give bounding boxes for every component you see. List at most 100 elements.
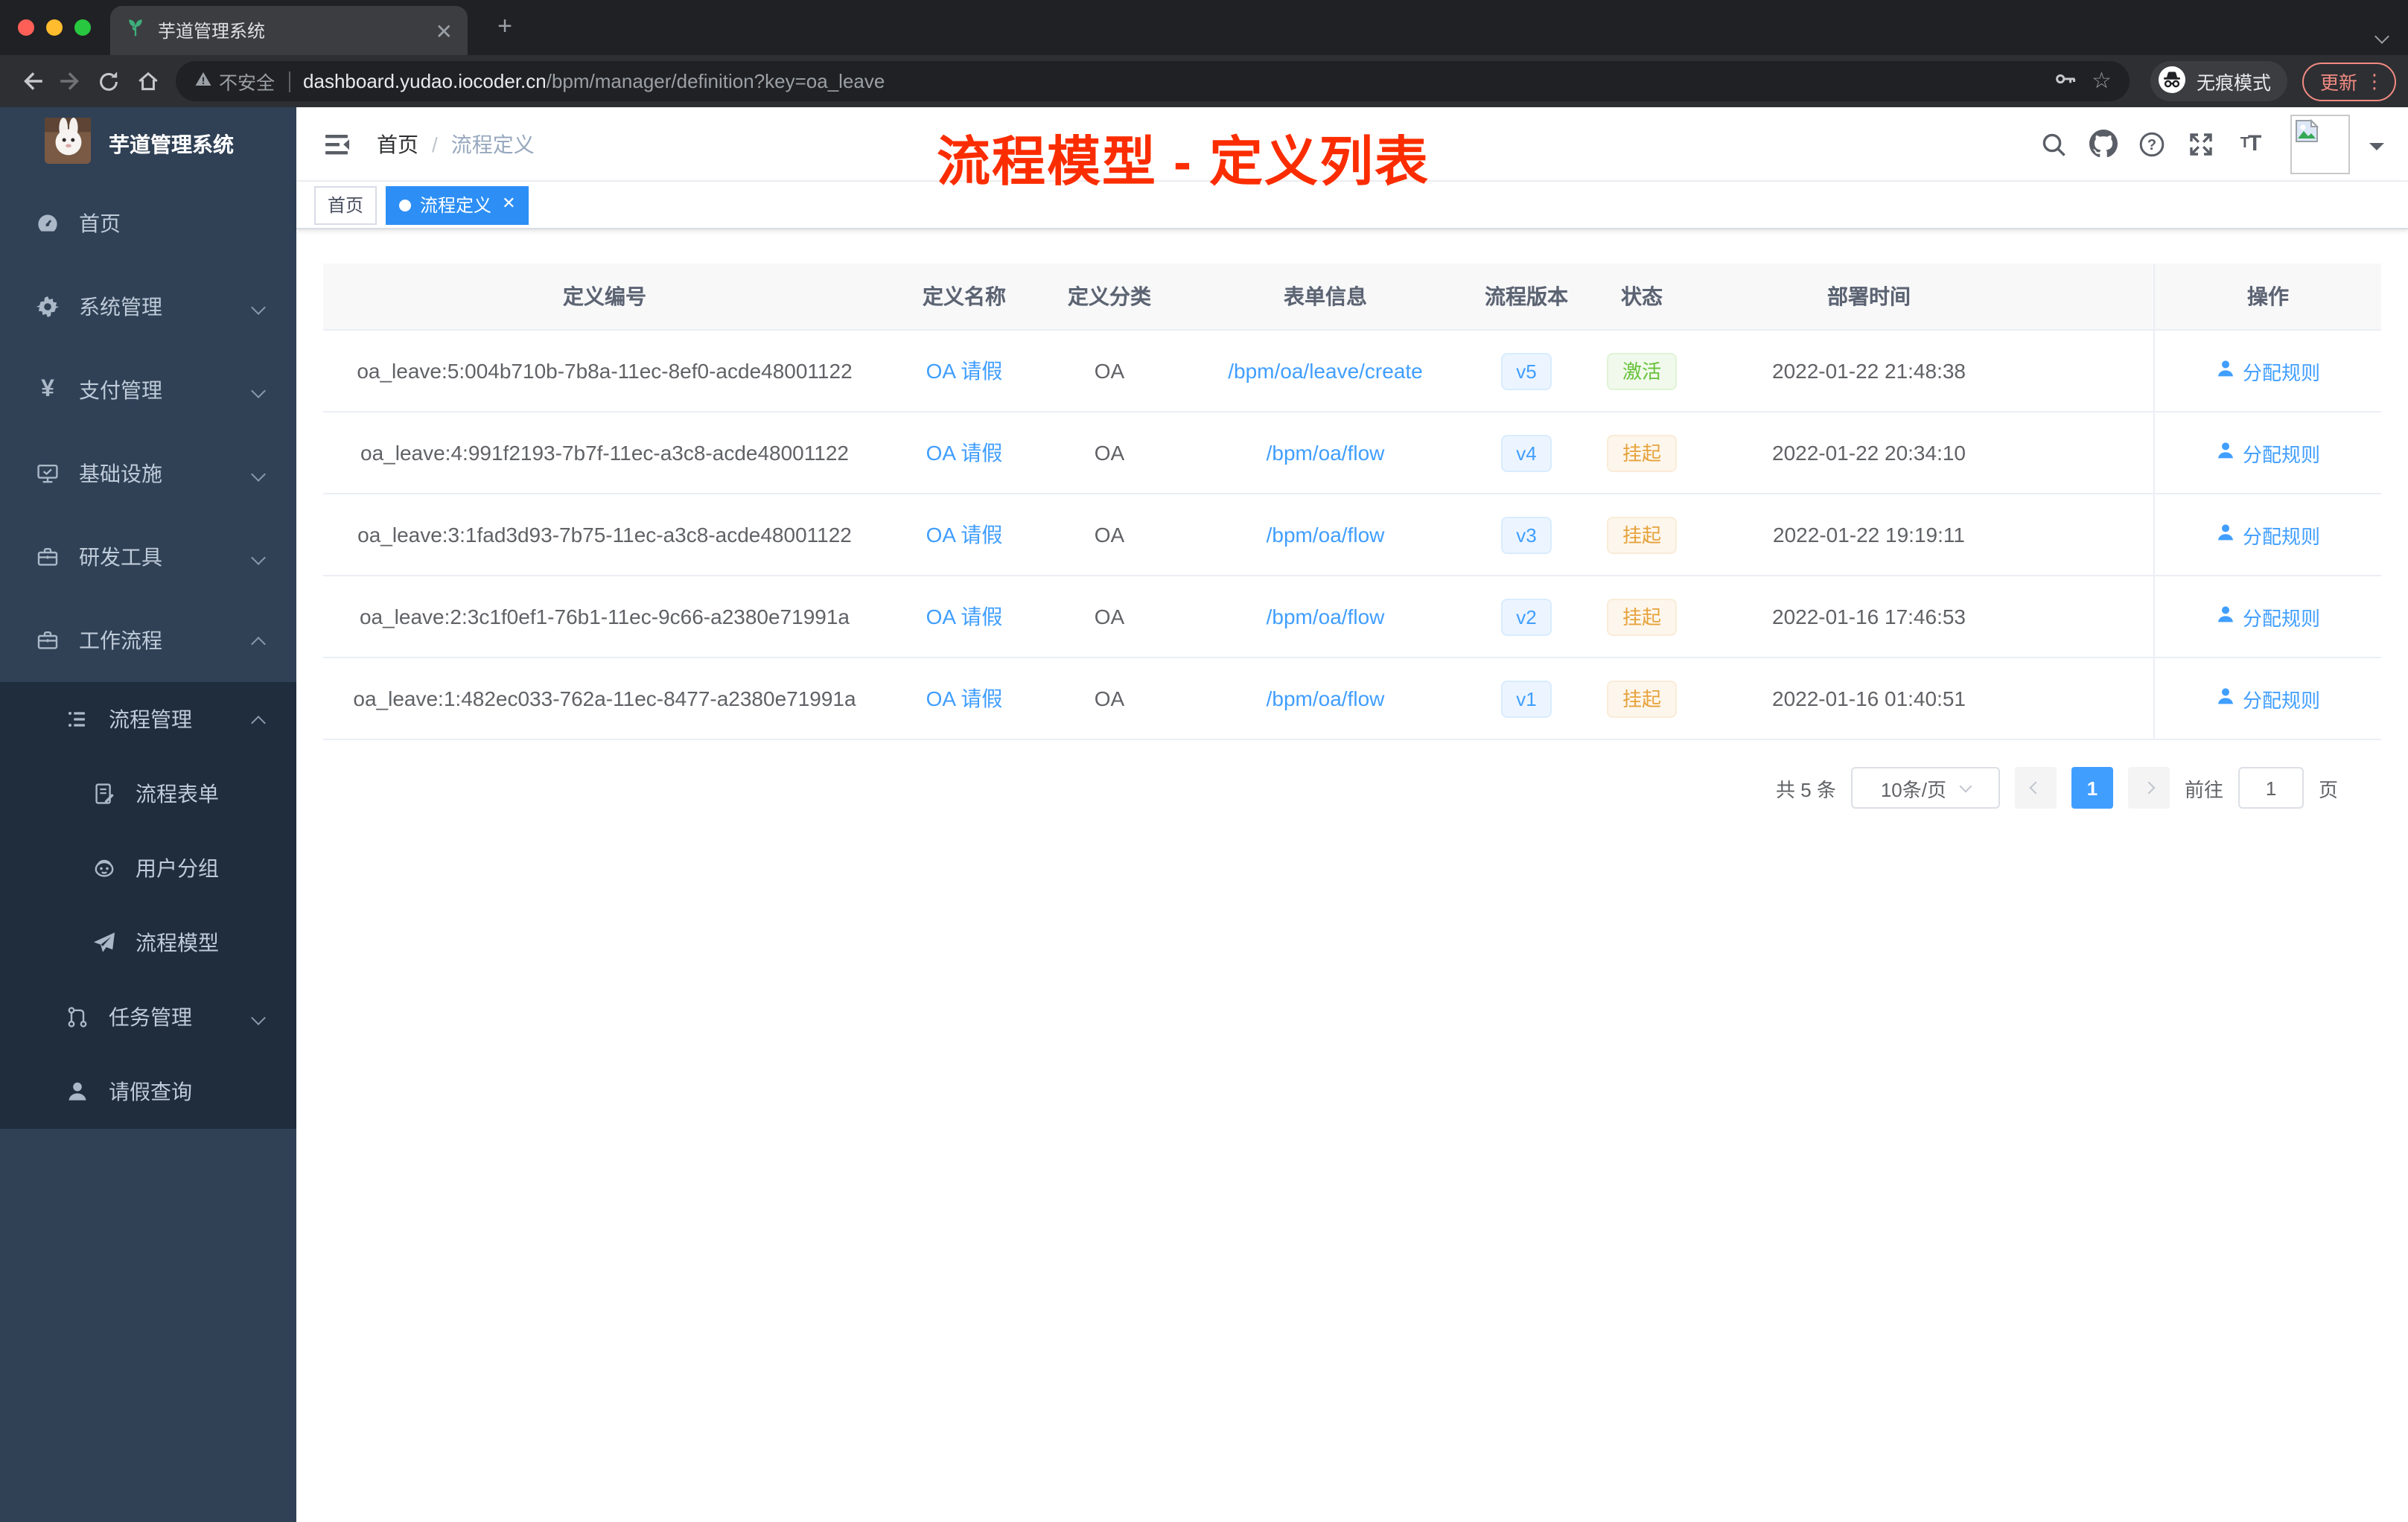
definition-name-link[interactable]: OA 请假 [926, 356, 1003, 386]
sidebar-item-user-group[interactable]: 用户分组 [0, 831, 296, 905]
tab-close-icon[interactable]: ✕ [436, 20, 453, 41]
assign-rule-button[interactable]: 分配规则 [2216, 357, 2320, 385]
sidebar-item-workflow[interactable]: 工作流程 [0, 599, 296, 682]
browser-toolbar: 不安全 dashboard.yudao.iocoder.cn /bpm/mana… [0, 55, 2408, 107]
definition-name-link[interactable]: OA 请假 [926, 684, 1003, 713]
user-icon [66, 1080, 89, 1104]
definition-name-link[interactable]: OA 请假 [926, 602, 1003, 631]
screen: 芋道管理系统 ✕ + 不安全 dashboard.yudao.iocoder.c… [0, 0, 2408, 1522]
definition-id: oa_leave:4:991f2193-7b7f-11ec-a3c8-acde4… [360, 441, 849, 465]
sidebar-item-system-management[interactable]: 系统管理 [0, 265, 296, 348]
github-icon[interactable] [2088, 129, 2118, 159]
chevron-icon [251, 636, 266, 651]
hamburger-icon[interactable] [323, 129, 353, 159]
form-link[interactable]: /bpm/oa/flow [1267, 687, 1385, 710]
tag-home[interactable]: 首页 [314, 185, 378, 224]
version-badge: v4 [1501, 434, 1552, 471]
page-size-select[interactable]: 10条/页 [1850, 767, 2000, 809]
tag-label: 首页 [328, 195, 364, 216]
font-size-icon[interactable]: TT [2235, 129, 2265, 159]
avatar-dropdown-caret-icon[interactable] [2369, 142, 2384, 157]
url-path: /bpm/manager/definition?key=oa_leave [546, 70, 885, 92]
assign-rule-button[interactable]: 分配规则 [2216, 439, 2320, 467]
assign-rule-label: 分配规则 [2242, 525, 2320, 547]
help-icon[interactable]: ? [2137, 129, 2167, 159]
security-warning-icon[interactable] [194, 70, 213, 92]
toolbox-icon [36, 545, 60, 569]
sidebar-item-leave-query[interactable]: 请假查询 [0, 1054, 296, 1129]
definition-id: oa_leave:1:482ec033-762a-11ec-8477-a2380… [353, 687, 856, 710]
back-button[interactable] [12, 62, 51, 101]
breadcrumb: 首页 / 流程定义 [377, 129, 535, 159]
sidebar-item-payment-management[interactable]: ¥ 支付管理 [0, 348, 296, 432]
form-link[interactable]: /bpm/oa/flow [1267, 441, 1385, 465]
sidebar-item-label: 基础设施 [79, 462, 162, 485]
monitor-icon [36, 462, 60, 485]
assign-rule-button[interactable]: 分配规则 [2216, 684, 2320, 713]
logo-avatar [45, 118, 91, 171]
forward-button[interactable] [51, 62, 89, 101]
bookmark-star-icon[interactable]: ☆ [2092, 70, 2112, 92]
table-row: oa_leave:3:1fad3d93-7b75-11ec-a3c8-acde4… [323, 494, 2381, 576]
close-window-button[interactable] [18, 19, 34, 36]
prev-page-button[interactable] [2014, 767, 2057, 809]
sidebar-item-task-management[interactable]: 任务管理 [0, 980, 296, 1054]
next-page-button[interactable] [2127, 767, 2170, 809]
page-1-button[interactable]: 1 [2071, 767, 2113, 809]
sidebar-item-infrastructure[interactable]: 基础设施 [0, 432, 296, 515]
chevron-icon [251, 550, 266, 564]
list-icon [66, 707, 89, 731]
goto-page-input[interactable] [2237, 767, 2304, 809]
breadcrumb-home[interactable]: 首页 [377, 129, 418, 159]
sidebar-item-process-management[interactable]: 流程管理 [0, 682, 296, 757]
browser-menu-icon[interactable]: ⋮ [2365, 69, 2384, 93]
update-label[interactable]: 更新 [2320, 67, 2357, 95]
page-size-value: 10条/页 [1880, 778, 1946, 800]
svg-text:?: ? [2147, 136, 2156, 153]
assign-rule-label: 分配规则 [2242, 443, 2320, 465]
dashboard-icon [36, 211, 60, 235]
address-bar[interactable]: 不安全 dashboard.yudao.iocoder.cn /bpm/mana… [176, 61, 2130, 101]
search-icon[interactable] [2039, 129, 2068, 159]
password-key-icon[interactable] [2053, 67, 2077, 95]
new-tab-button[interactable]: + [488, 10, 521, 43]
definition-id: oa_leave:5:004b710b-7b8a-11ec-8ef0-acde4… [357, 359, 853, 383]
tab-search-chevron-icon[interactable] [2374, 22, 2389, 49]
chevron-icon [251, 715, 266, 730]
tag-process-definition[interactable]: 流程定义 ✕ [386, 185, 529, 224]
breadcrumb-separator: / [432, 132, 438, 156]
tab-title: 芋道管理系统 [158, 21, 266, 42]
sidebar-item-dev-tools[interactable]: 研发工具 [0, 515, 296, 599]
fullscreen-icon[interactable] [2186, 129, 2216, 159]
maximize-window-button[interactable] [74, 19, 91, 36]
user-icon [2216, 605, 2235, 628]
sidebar-item-label: 流程管理 [109, 707, 192, 731]
tag-close-icon[interactable]: ✕ [502, 196, 515, 213]
sidebar-item-label: 首页 [79, 211, 121, 235]
reload-button[interactable] [89, 62, 128, 101]
deploy-time: 2022-01-16 17:46:53 [1772, 605, 1966, 628]
security-label[interactable]: 不安全 [219, 67, 275, 95]
deploy-time: 2022-01-16 01:40:51 [1772, 687, 1966, 710]
browser-tab[interactable]: 芋道管理系统 ✕ [110, 6, 468, 55]
window-controls[interactable] [18, 19, 91, 36]
assign-rule-button[interactable]: 分配规则 [2216, 520, 2320, 549]
avatar[interactable] [2290, 114, 2350, 173]
column-header-time: 部署时间 [1827, 284, 1911, 308]
tree-icon [66, 1005, 89, 1029]
form-link[interactable]: /bpm/oa/flow [1267, 605, 1385, 628]
form-link[interactable]: /bpm/oa/leave/create [1228, 359, 1423, 383]
home-button[interactable] [128, 62, 167, 101]
minimize-window-button[interactable] [46, 19, 63, 36]
sidebar-item-process-form[interactable]: 流程表单 [0, 757, 296, 831]
definition-category: OA [1094, 687, 1125, 710]
definition-name-link[interactable]: OA 请假 [926, 520, 1003, 550]
definition-name-link[interactable]: OA 请假 [926, 438, 1003, 468]
update-button[interactable]: 更新 ⋮ [2302, 62, 2396, 101]
assign-rule-button[interactable]: 分配规则 [2216, 602, 2320, 631]
form-link[interactable]: /bpm/oa/flow [1267, 523, 1385, 547]
sidebar-item-process-model[interactable]: 流程模型 [0, 905, 296, 980]
sidebar-item-label: 支付管理 [79, 378, 162, 402]
gear-icon [36, 295, 60, 319]
sidebar-item-home[interactable]: 首页 [0, 182, 296, 265]
